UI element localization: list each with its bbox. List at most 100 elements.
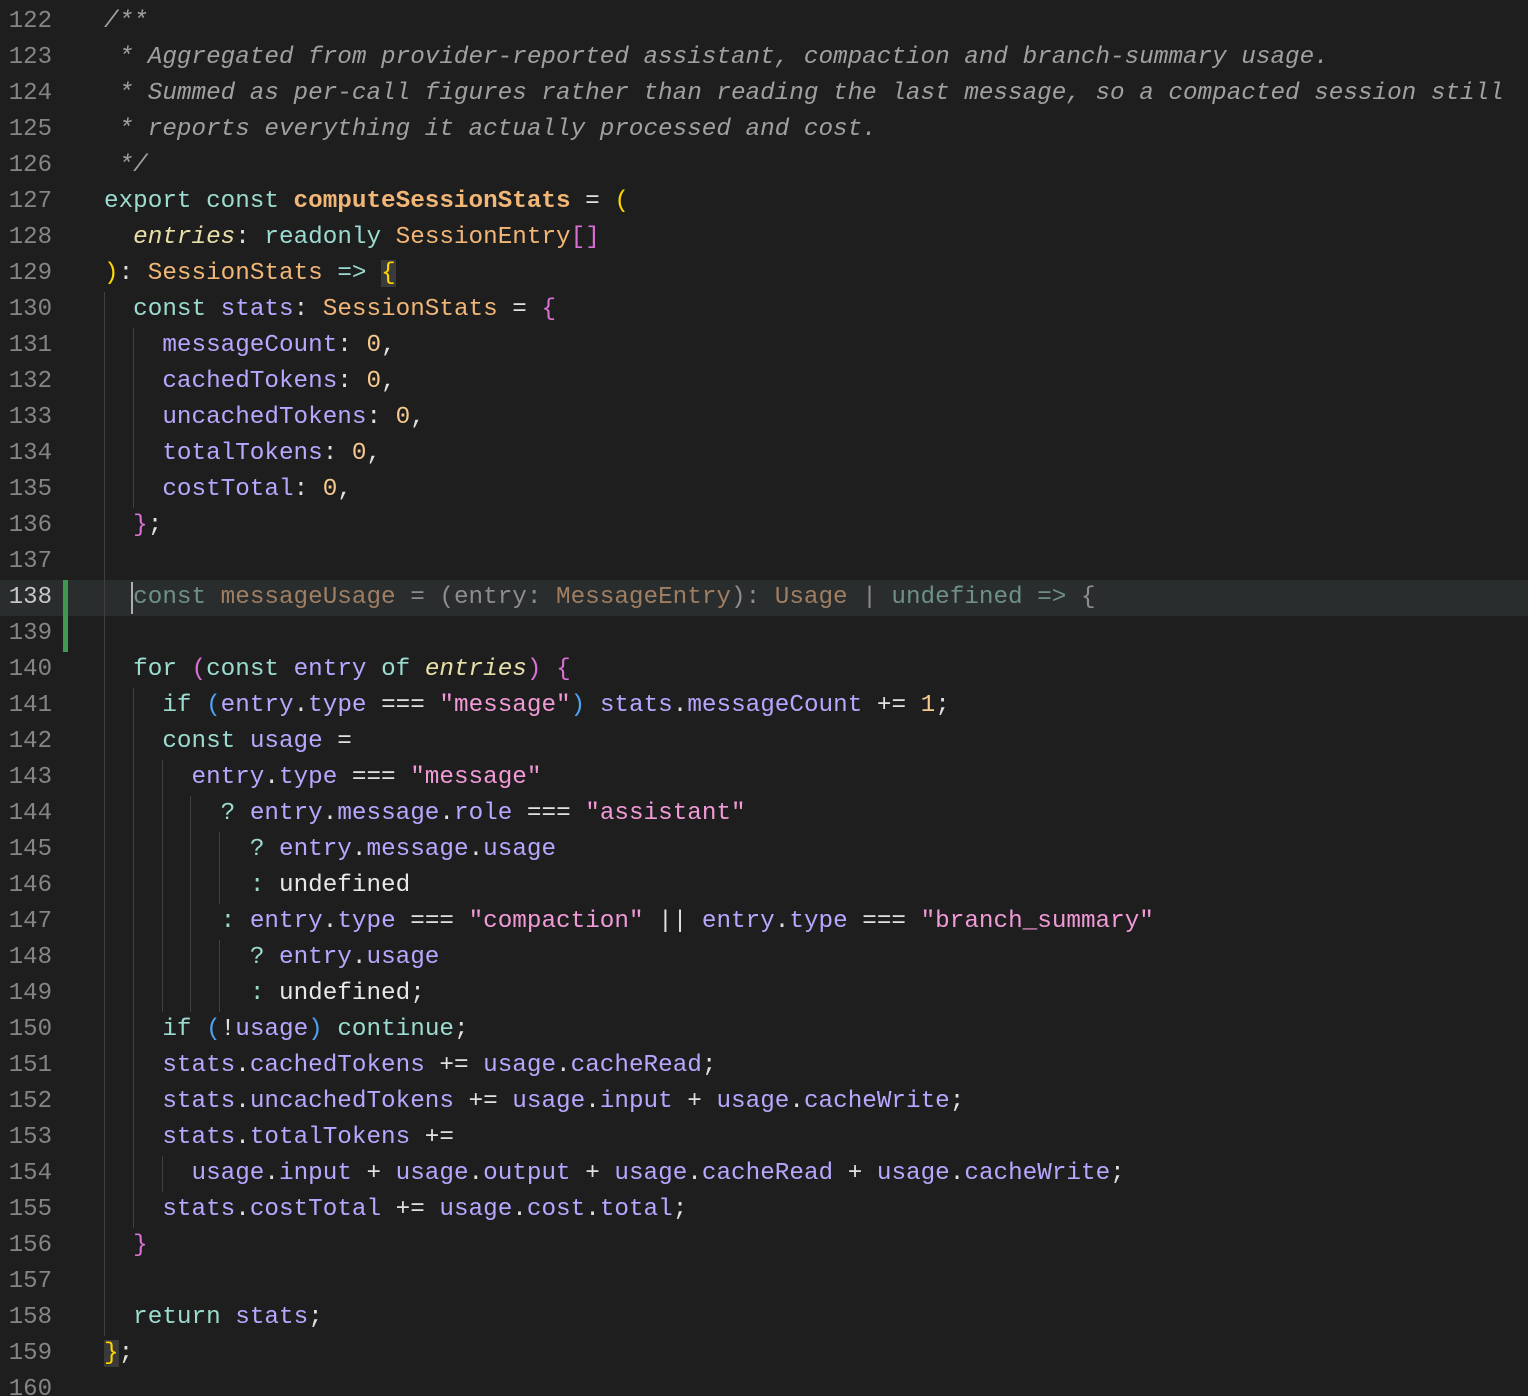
line-number: 140 bbox=[8, 656, 52, 683]
code-line[interactable]: 151 stats.cachedTokens += usage.cacheRea… bbox=[0, 1048, 1528, 1084]
code-token: * reports everything it actually process… bbox=[104, 116, 877, 143]
code-line[interactable]: 150 if (!usage) continue; bbox=[0, 1012, 1528, 1048]
code-text: * Aggregated from provider-reported assi… bbox=[104, 40, 1329, 76]
code-text: stats.costTotal += usage.cost.total; bbox=[104, 1192, 687, 1228]
code-line[interactable]: 141 if (entry.type === "message") stats.… bbox=[0, 688, 1528, 724]
code-token: stats bbox=[162, 1052, 236, 1079]
code-line[interactable]: 130 const stats: SessionStats = { bbox=[0, 292, 1528, 328]
code-line[interactable]: 134 totalTokens: 0, bbox=[0, 436, 1528, 472]
code-token: costTotal bbox=[162, 476, 294, 503]
code-token: if bbox=[162, 692, 207, 719]
line-number: 160 bbox=[8, 1376, 52, 1396]
code-token: messageUsage bbox=[220, 584, 396, 611]
line-number: 151 bbox=[8, 1052, 52, 1079]
code-line[interactable]: 136 }; bbox=[0, 508, 1528, 544]
code-token: if bbox=[162, 1016, 207, 1043]
code-line[interactable]: 125 * reports everything it actually pro… bbox=[0, 112, 1528, 148]
code-token: === bbox=[337, 764, 411, 791]
code-line[interactable]: 140 for (const entry of entries) { bbox=[0, 652, 1528, 688]
code-token: . bbox=[264, 1160, 279, 1187]
code-line[interactable]: 123 * Aggregated from provider-reported … bbox=[0, 40, 1528, 76]
code-line[interactable]: 152 stats.uncachedTokens += usage.input … bbox=[0, 1084, 1528, 1120]
code-line[interactable]: 157 bbox=[0, 1264, 1528, 1300]
code-line[interactable]: 133 uncachedTokens: 0, bbox=[0, 400, 1528, 436]
line-number: 129 bbox=[8, 260, 52, 287]
code-token: undefined bbox=[891, 584, 1023, 611]
code-line[interactable]: 124 * Summed as per-call figures rather … bbox=[0, 76, 1528, 112]
code-text: : entry.type === "compaction" || entry.t… bbox=[104, 904, 1154, 940]
code-line[interactable]: 146 : undefined bbox=[0, 868, 1528, 904]
code-line[interactable]: 149 : undefined; bbox=[0, 976, 1528, 1012]
code-token: 0 bbox=[351, 440, 367, 467]
code-text: ): SessionStats => { bbox=[104, 256, 396, 292]
code-token: uncachedTokens bbox=[162, 404, 367, 431]
code-token: SessionEntry bbox=[395, 224, 571, 251]
code-line[interactable]: 159}; bbox=[0, 1336, 1528, 1372]
code-line[interactable]: 137 bbox=[0, 544, 1528, 580]
code-line[interactable]: 129 ): SessionStats => { bbox=[0, 256, 1528, 292]
code-token: += bbox=[410, 1124, 454, 1151]
code-line[interactable]: 145 ? entry.message.usage bbox=[0, 832, 1528, 868]
code-token: { bbox=[381, 260, 396, 287]
code-line[interactable]: 126 */ bbox=[0, 148, 1528, 184]
code-token: */ bbox=[104, 152, 148, 179]
code-token: const bbox=[133, 296, 221, 323]
code-line[interactable]: 128 entries: readonly SessionEntry[] bbox=[0, 220, 1528, 256]
code-line[interactable]: 144 ? entry.message.role === "assistant" bbox=[0, 796, 1528, 832]
code-token: . bbox=[322, 800, 338, 827]
code-line[interactable]: 135 costTotal: 0, bbox=[0, 472, 1528, 508]
code-line[interactable]: 155 stats.costTotal += usage.cost.total; bbox=[0, 1192, 1528, 1228]
code-line[interactable]: 154 usage.input + usage.output + usage.c… bbox=[0, 1156, 1528, 1192]
code-text: }; bbox=[104, 508, 162, 544]
code-token: entry bbox=[249, 908, 323, 935]
code-token: stats bbox=[162, 1196, 236, 1223]
code-token: = bbox=[497, 296, 542, 323]
indent-guide bbox=[161, 1156, 163, 1192]
code-token: output bbox=[483, 1160, 571, 1187]
line-number: 147 bbox=[8, 908, 52, 935]
code-token: continue bbox=[322, 1016, 454, 1043]
code-line[interactable]: 143 entry.type === "message" bbox=[0, 760, 1528, 796]
git-modified-marker[interactable] bbox=[63, 580, 68, 652]
code-text: */ bbox=[104, 148, 148, 184]
code-text: totalTokens: 0, bbox=[104, 436, 381, 472]
code-line[interactable]: 122 /** bbox=[0, 4, 1528, 40]
code-text: uncachedTokens: 0, bbox=[104, 400, 425, 436]
code-token: ) bbox=[570, 692, 586, 719]
code-line[interactable]: 131 messageCount: 0, bbox=[0, 328, 1528, 364]
line-number: 143 bbox=[8, 764, 52, 791]
code-line[interactable]: 139 bbox=[0, 616, 1528, 652]
code-text: export const computeSessionStats = ( bbox=[104, 184, 629, 220]
code-line[interactable]: 160 bbox=[0, 1372, 1528, 1396]
code-line[interactable]: 158 return stats; bbox=[0, 1300, 1528, 1336]
code-text: for (const entry of entries) { bbox=[104, 652, 571, 688]
code-token: . bbox=[468, 1160, 484, 1187]
code-token: usage bbox=[366, 944, 440, 971]
code-line[interactable]: 153 stats.totalTokens += bbox=[0, 1120, 1528, 1156]
code-token: ; bbox=[935, 692, 950, 719]
code-token: stats bbox=[220, 296, 294, 323]
code-line[interactable]: 147 : entry.type === "compaction" || ent… bbox=[0, 904, 1528, 940]
code-line[interactable]: 138 const messageUsage = (entry: Message… bbox=[0, 580, 1528, 616]
code-line[interactable]: 142 const usage = bbox=[0, 724, 1528, 760]
indent-guide bbox=[132, 328, 134, 508]
line-number: 128 bbox=[8, 224, 52, 251]
code-token: MessageEntry bbox=[556, 584, 731, 611]
code-token: . bbox=[556, 1052, 571, 1079]
code-line[interactable]: 132 cachedTokens: 0, bbox=[0, 364, 1528, 400]
code-token: += bbox=[862, 692, 921, 719]
code-line[interactable]: 148 ? entry.usage bbox=[0, 940, 1528, 976]
code-token: . bbox=[293, 692, 309, 719]
code-token: usage bbox=[512, 1088, 586, 1115]
code-token: ( bbox=[206, 1016, 221, 1043]
code-token: of bbox=[366, 656, 425, 683]
code-line[interactable]: 127 export const computeSessionStats = ( bbox=[0, 184, 1528, 220]
code-editor[interactable]: 122 /** 123 * Aggregated from provider-rep… bbox=[0, 0, 1528, 1396]
code-line[interactable]: 156 } bbox=[0, 1228, 1528, 1264]
line-number: 149 bbox=[8, 980, 52, 1007]
